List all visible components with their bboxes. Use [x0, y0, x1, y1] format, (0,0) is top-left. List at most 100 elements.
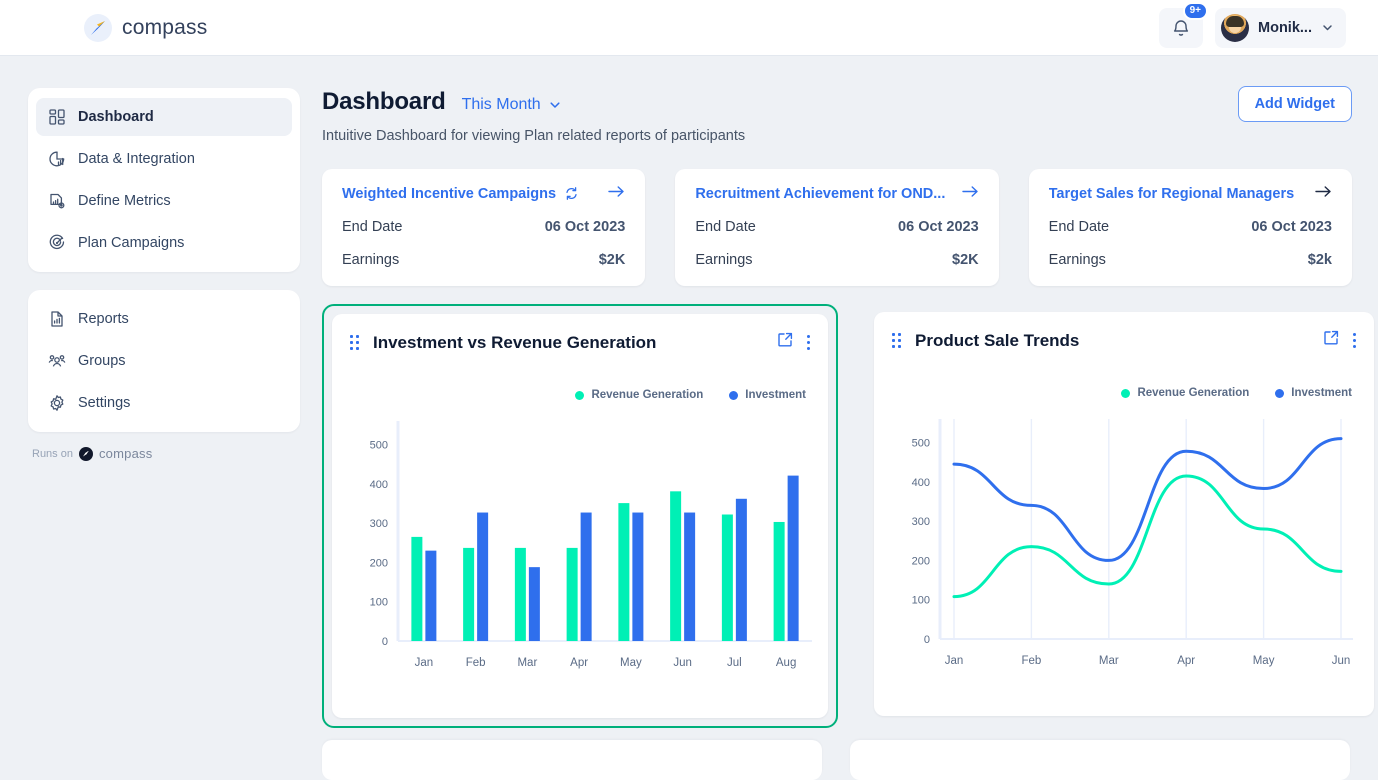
svg-text:Feb: Feb [1021, 655, 1041, 667]
stat-card[interactable]: Target Sales for Regional Managers End D… [1029, 169, 1352, 286]
legend-item-revenue: Revenue Generation [575, 389, 703, 401]
stat-row-key: End Date [695, 219, 755, 235]
drag-handle-icon[interactable] [350, 335, 359, 350]
svg-text:Mar: Mar [517, 657, 537, 669]
stat-card-open-arrow[interactable] [962, 185, 979, 202]
svg-text:Mar: Mar [1099, 655, 1119, 667]
svg-text:500: 500 [912, 438, 930, 450]
svg-text:Jan: Jan [945, 655, 964, 667]
runs-on-label: Runs on [32, 448, 73, 460]
svg-text:Jul: Jul [727, 657, 742, 669]
svg-text:100: 100 [370, 597, 388, 609]
gear-icon [48, 394, 66, 412]
drag-handle-icon[interactable] [892, 333, 901, 348]
compass-badge-icon [79, 447, 93, 461]
sidebar-item-settings[interactable]: Settings [36, 384, 292, 422]
page-subtitle: Intuitive Dashboard for viewing Plan rel… [322, 128, 1352, 144]
svg-text:Aug: Aug [776, 657, 796, 669]
stat-row-key: Earnings [1049, 252, 1106, 268]
stat-row-value: 06 Oct 2023 [1251, 219, 1332, 235]
stat-card-header: Target Sales for Regional Managers [1049, 185, 1332, 202]
chart-legend: Revenue Generation Investment [350, 389, 810, 401]
stat-card-title: Target Sales for Regional Managers [1049, 186, 1295, 202]
add-widget-button[interactable]: Add Widget [1238, 86, 1352, 122]
svg-text:May: May [620, 657, 642, 669]
stat-row-key: Earnings [342, 252, 399, 268]
svg-text:0: 0 [382, 636, 388, 648]
sidebar-item-groups[interactable]: Groups [36, 342, 292, 380]
bar-chart-svg: 0100200300400500JanFebMarAprMayJunJulAug [350, 413, 818, 681]
chevron-down-icon [548, 98, 562, 112]
sidebar-item-plan-campaigns[interactable]: Plan Campaigns [36, 224, 292, 262]
expand-icon[interactable] [1323, 330, 1339, 351]
stat-card[interactable]: Recruitment Achievement for OND... End D… [675, 169, 998, 286]
legend-item-revenue: Revenue Generation [1121, 387, 1249, 399]
target-icon [48, 234, 66, 252]
kebab-menu-icon[interactable] [1353, 333, 1356, 348]
user-name-label: Monik... [1258, 20, 1312, 36]
chevron-down-icon [1321, 21, 1334, 34]
widget-title: Investment vs Revenue Generation [373, 333, 656, 353]
svg-text:300: 300 [912, 516, 930, 528]
stat-row-value: 06 Oct 2023 [545, 219, 626, 235]
stat-card-row: Weighted Incentive Campaigns End Date 06… [322, 169, 1352, 286]
brand-wordmark: compass [122, 16, 207, 40]
svg-text:Apr: Apr [1177, 655, 1195, 667]
bar-chart: 0100200300400500JanFebMarAprMayJunJulAug [350, 413, 810, 681]
user-menu[interactable]: Monik... [1215, 8, 1346, 48]
widget-placeholder[interactable] [322, 740, 822, 780]
dashboard-grid-icon [48, 108, 66, 126]
legend-label: Revenue Generation [1137, 387, 1249, 399]
stat-row-value: 06 Oct 2023 [898, 219, 979, 235]
stat-card-row-item: End Date 06 Oct 2023 [342, 219, 625, 235]
widget-card: Product Sale Trends [874, 312, 1374, 716]
svg-text:Jun: Jun [673, 657, 692, 669]
svg-text:Jun: Jun [1332, 655, 1351, 667]
kebab-menu-icon[interactable] [807, 335, 810, 350]
widget-actions [777, 332, 810, 353]
sidebar-item-data-integration[interactable]: Data & Integration [36, 140, 292, 178]
stat-card[interactable]: Weighted Incentive Campaigns End Date 06… [322, 169, 645, 286]
stat-card-header: Recruitment Achievement for OND... [695, 185, 978, 202]
widget-placeholder[interactable] [850, 740, 1350, 780]
topbar-right-group: 9+ Monik... [1159, 8, 1346, 48]
notifications-button[interactable]: 9+ [1159, 8, 1203, 48]
sidebar-group-primary: Dashboard Data & Integration Define Me [28, 88, 300, 272]
legend-label: Investment [745, 389, 806, 401]
page-title: Dashboard [322, 88, 446, 116]
bell-icon [1172, 18, 1190, 37]
sidebar-item-dashboard[interactable]: Dashboard [36, 98, 292, 136]
sidebar-item-define-metrics[interactable]: Define Metrics [36, 182, 292, 220]
stat-card-title: Recruitment Achievement for OND... [695, 186, 945, 202]
period-selector[interactable]: This Month [462, 96, 562, 114]
svg-text:200: 200 [370, 557, 388, 569]
stat-row-value: $2K [952, 252, 979, 268]
sidebar-group-secondary: Reports Groups Settings [28, 290, 300, 432]
sidebar-item-label: Reports [78, 311, 129, 327]
sidebar-item-reports[interactable]: Reports [36, 300, 292, 338]
compass-needle-icon [84, 14, 112, 42]
widget-investment-vs-revenue[interactable]: Investment vs Revenue Generation [322, 304, 838, 728]
stat-row-value: $2K [599, 252, 626, 268]
document-settings-icon [48, 192, 66, 210]
stat-card-open-arrow[interactable] [1315, 185, 1332, 202]
legend-item-investment: Investment [1275, 387, 1352, 399]
stat-row-value: $2k [1308, 252, 1332, 268]
stat-row-key: Earnings [695, 252, 752, 268]
refresh-icon[interactable] [564, 186, 579, 201]
widget-product-sale-trends[interactable]: Product Sale Trends [866, 304, 1378, 724]
widget-actions [1323, 330, 1356, 351]
stat-card-open-arrow[interactable] [608, 185, 625, 202]
main-content: Dashboard This Month Add Widget Intuitiv… [322, 88, 1352, 780]
legend-label: Investment [1291, 387, 1352, 399]
stat-card-row-item: Earnings $2K [342, 252, 625, 268]
svg-text:Apr: Apr [570, 657, 588, 669]
stat-row-key: End Date [342, 219, 402, 235]
page-header: Dashboard This Month Add Widget [322, 88, 1352, 116]
stat-card-row-item: End Date 06 Oct 2023 [695, 219, 978, 235]
brand-logo[interactable]: compass [84, 14, 207, 42]
stat-card-row-item: Earnings $2K [695, 252, 978, 268]
expand-icon[interactable] [777, 332, 793, 353]
svg-text:0: 0 [924, 634, 930, 646]
sidebar-item-label: Dashboard [78, 109, 154, 125]
